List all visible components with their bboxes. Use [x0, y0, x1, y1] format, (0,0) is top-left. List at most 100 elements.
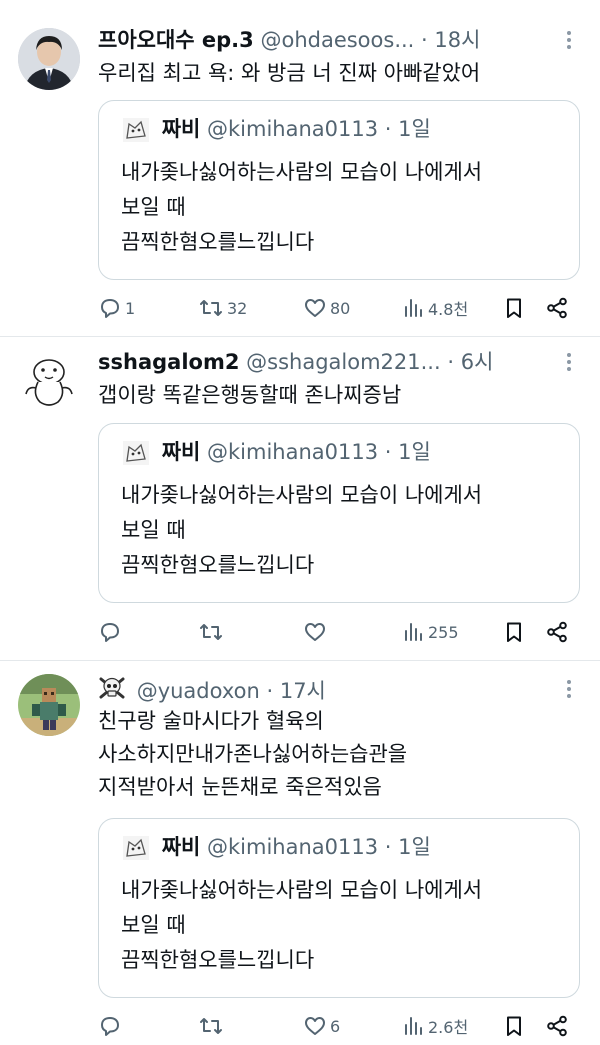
share-icon: [547, 1015, 567, 1037]
retweet-button[interactable]: [198, 1012, 227, 1040]
quoted-text-line: 끔찍한혐오를느낍니다: [121, 230, 315, 254]
reply-button[interactable]: [98, 1012, 125, 1040]
quoted-tweet-header: 짜비 @kimihana0113 · 1일: [121, 437, 431, 467]
like-count: 80: [330, 298, 351, 318]
quoted-avatar: [121, 439, 151, 467]
views-button[interactable]: 2.6천: [401, 1012, 468, 1040]
quoted-text-line: 끔찍한혐오를느낍니다: [121, 948, 315, 972]
timestamp[interactable]: 17시: [280, 679, 326, 703]
quoted-timestamp: 1일: [398, 835, 431, 859]
share-button[interactable]: [545, 294, 569, 322]
separator-dot: ·: [384, 835, 392, 859]
display-name[interactable]: 프아오대수 ep.3: [98, 28, 254, 52]
retweet-icon: [200, 624, 222, 640]
quoted-handle: @kimihana0113: [207, 835, 379, 859]
display-name[interactable]: sshagalom2: [98, 350, 239, 374]
separator-dot: ·: [266, 679, 274, 703]
tweet-text-line: 지적받아서 눈뜬채로 죽은적있음: [98, 775, 382, 799]
tweet-3[interactable]: @yuadoxon · 17시 친구랑 술마시다가 혈육의 사소하지만내가존나싫…: [0, 660, 600, 1045]
tweet-header: sshagalom2 @sshagalom221... · 6시: [98, 347, 556, 377]
reply-icon: [101, 299, 119, 318]
like-button[interactable]: [303, 618, 330, 646]
retweet-button[interactable]: 32: [198, 294, 247, 322]
share-button[interactable]: [545, 1012, 569, 1040]
action-bar: 1 32 80 4.8천: [98, 294, 578, 322]
retweet-button[interactable]: [198, 618, 227, 646]
reply-count: 1: [125, 298, 136, 318]
quoted-avatar: [121, 116, 151, 144]
bookmark-button[interactable]: [502, 1012, 526, 1040]
retweet-icon: [200, 300, 222, 316]
separator-dot: ·: [421, 28, 428, 52]
more-icon[interactable]: [564, 350, 574, 376]
avatar-drawing: [18, 350, 80, 412]
timestamp[interactable]: 18시: [434, 28, 480, 52]
reply-button[interactable]: 1: [98, 294, 135, 322]
retweet-icon: [200, 1018, 222, 1034]
separator-dot: ·: [384, 440, 392, 464]
tweet-text-line: 친구랑 술마시다가 혈육의: [98, 709, 324, 733]
action-bar: 6 2.6천: [98, 1012, 578, 1040]
quoted-text-line: 보일 때: [121, 518, 186, 542]
quoted-timestamp: 1일: [398, 117, 431, 141]
bookmark-button[interactable]: [502, 618, 526, 646]
quoted-timestamp: 1일: [398, 440, 431, 464]
view-count: 255: [428, 622, 459, 642]
views-icon: [405, 1017, 422, 1035]
quoted-display-name: 짜비: [161, 835, 201, 859]
quoted-tweet[interactable]: 짜비 @kimihana0113 · 1일 내가좆나싫어하는사람의 모습이 나에…: [98, 818, 580, 998]
tweet-1[interactable]: 프아오대수 ep.3 @ohdaesoos... · 18시 우리집 최고 욕:…: [0, 0, 600, 337]
bookmark-icon: [507, 298, 521, 318]
share-button[interactable]: [545, 618, 569, 646]
quoted-tweet-header: 짜비 @kimihana0113 · 1일: [121, 114, 431, 144]
avatar[interactable]: [18, 28, 80, 90]
avatar[interactable]: [18, 674, 80, 736]
user-handle[interactable]: @sshagalom221...: [246, 350, 441, 374]
bookmark-button[interactable]: [502, 294, 526, 322]
quoted-text-line: 보일 때: [121, 195, 186, 219]
quoted-handle: @kimihana0113: [207, 440, 379, 464]
quoted-tweet-header: 짜비 @kimihana0113 · 1일: [121, 832, 431, 862]
view-count: 2.6천: [428, 1018, 469, 1037]
view-count: 4.8천: [428, 300, 469, 319]
like-button[interactable]: 6: [303, 1012, 340, 1040]
more-icon[interactable]: [564, 28, 574, 54]
like-count: 6: [330, 1016, 341, 1036]
share-icon: [547, 297, 567, 319]
quoted-text-line: 내가좆나싫어하는사람의 모습이 나에게서: [121, 878, 483, 902]
more-icon[interactable]: [564, 677, 574, 703]
user-handle[interactable]: @ohdaesoos...: [260, 28, 414, 52]
views-button[interactable]: 255: [401, 618, 459, 646]
quoted-text-line: 끔찍한혐오를느낍니다: [121, 553, 315, 577]
quoted-text-line: 보일 때: [121, 913, 186, 937]
quoted-avatar: [121, 834, 151, 862]
tweet-text: 친구랑 술마시다가 혈육의 사소하지만내가존나싫어하는습관을 지적받아서 눈뜬채…: [98, 705, 580, 804]
quoted-display-name: 짜비: [161, 117, 201, 141]
heart-icon: [305, 1017, 325, 1035]
like-button[interactable]: 80: [303, 294, 350, 322]
tweet-text: 갭이랑 똑같은행동할때 존나찌증남: [98, 379, 580, 412]
tweet-text: 우리집 최고 욕: 와 방금 너 진짜 아빠같았어: [98, 57, 580, 90]
tweet-text-line: 갭이랑 똑같은행동할때 존나찌증남: [98, 383, 402, 407]
timestamp[interactable]: 6시: [461, 350, 494, 374]
action-bar: 255: [98, 618, 578, 646]
avatar[interactable]: [18, 350, 80, 412]
user-handle[interactable]: @yuadoxon: [137, 679, 260, 703]
quoted-text: 내가좆나싫어하는사람의 모습이 나에게서 보일 때 끔찍한혐오를느낍니다: [121, 873, 482, 978]
bookmark-icon: [507, 1016, 521, 1036]
views-button[interactable]: 4.8천: [401, 294, 468, 322]
reply-button[interactable]: [98, 618, 125, 646]
bookmark-icon: [507, 622, 521, 642]
retweet-count: 32: [227, 298, 248, 318]
quoted-display-name: 짜비: [161, 440, 201, 464]
quoted-text: 내가좆나싫어하는사람의 모습이 나에게서 보일 때 끔찍한혐오를느낍니다: [121, 155, 482, 260]
tweet-2[interactable]: sshagalom2 @sshagalom221... · 6시 갭이랑 똑같은…: [0, 336, 600, 661]
views-icon: [405, 623, 422, 641]
quoted-text-line: 내가좆나싫어하는사람의 모습이 나에게서: [121, 483, 483, 507]
tweet-header: @yuadoxon · 17시: [98, 674, 556, 704]
quoted-text-line: 내가좆나싫어하는사람의 모습이 나에게서: [121, 160, 483, 184]
quoted-tweet[interactable]: 짜비 @kimihana0113 · 1일 내가좆나싫어하는사람의 모습이 나에…: [98, 423, 580, 603]
avatar-game-character: [18, 674, 80, 736]
share-icon: [547, 621, 567, 643]
quoted-tweet[interactable]: 짜비 @kimihana0113 · 1일 내가좆나싫어하는사람의 모습이 나에…: [98, 100, 580, 280]
